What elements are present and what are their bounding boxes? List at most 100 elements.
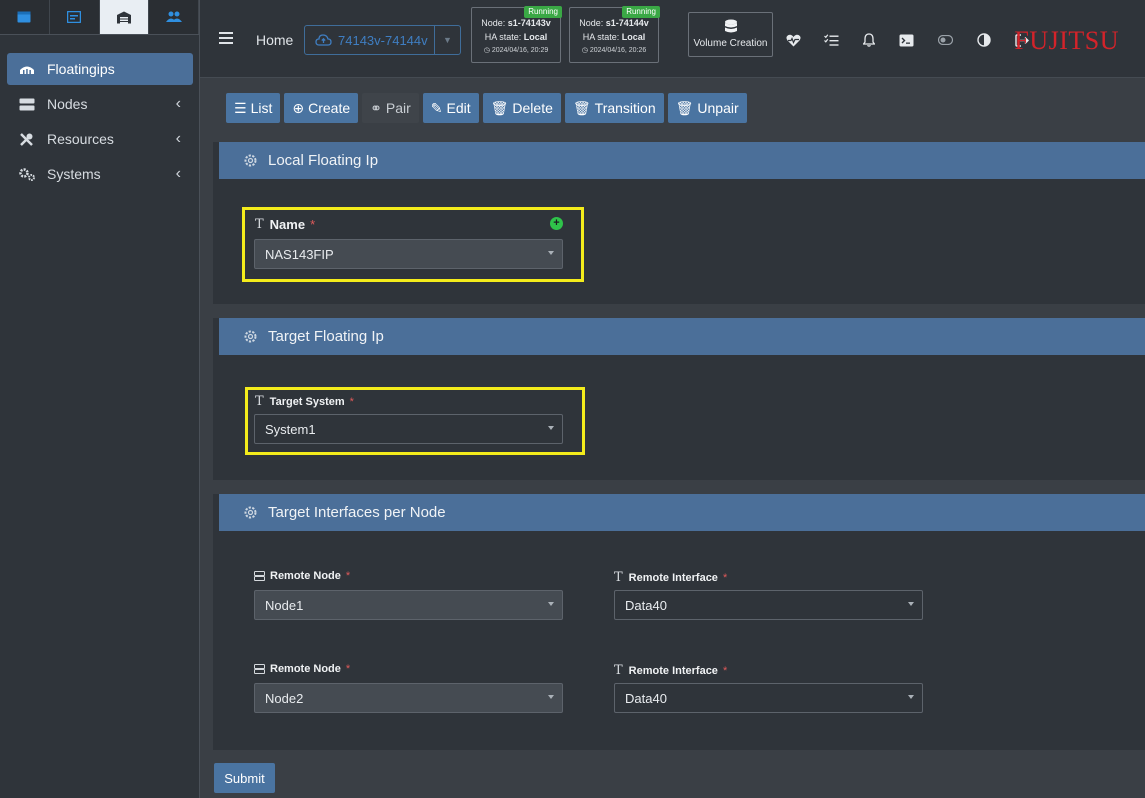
clock-icon: ◷ — [581, 47, 588, 54]
status-badge: Running — [524, 6, 562, 18]
node-status-card: Running Node: s1-74143v HA state: Local … — [471, 6, 562, 63]
name-label: T Name * — [255, 217, 316, 232]
bell-icon[interactable] — [861, 32, 877, 48]
node-name: s1-74144v — [605, 18, 649, 28]
panel-title: Local Floating Ip — [268, 152, 379, 169]
terminal-icon[interactable] — [898, 32, 914, 48]
remote-interface-select[interactable]: Data40 — [614, 590, 923, 620]
clock-icon: ◷ — [483, 47, 490, 54]
remote-interface-label: T Remote Interface * — [614, 663, 728, 678]
trash-icon: 🗑 — [675, 99, 694, 116]
target-system-label: T Target System * — [255, 394, 354, 409]
target-interfaces-panel: Target Interfaces per Node Remote Node *… — [213, 494, 1145, 750]
panel-title: Target Interfaces per Node — [268, 504, 446, 521]
cogs-icon — [19, 167, 37, 181]
warehouse-icon — [116, 11, 131, 23]
volume-creation-button[interactable]: Volume Creation — [688, 12, 773, 57]
toggle-icon[interactable] — [937, 32, 953, 48]
sidebar-item-label: Resources — [47, 131, 114, 147]
chevron-left-icon: ‹ — [175, 165, 181, 182]
heartbeat-icon[interactable] — [785, 32, 801, 48]
hamburger-menu-icon[interactable] — [219, 32, 233, 44]
node-name: s1-74143v — [507, 18, 551, 28]
pair-button[interactable]: ⚭ Pair — [362, 93, 419, 123]
cloud-upload-icon — [315, 34, 332, 46]
users-icon — [165, 11, 182, 22]
volume-creation-label: Volume Creation — [693, 38, 768, 49]
sidebar-item-systems[interactable]: Systems ‹ — [7, 158, 193, 190]
link-icon: ⚭ — [370, 99, 382, 116]
name-select[interactable]: NAS143FIP — [254, 239, 563, 269]
local-floating-ip-panel: Local Floating Ip T Name * + NAS143FIP — [213, 142, 1145, 304]
submit-button[interactable]: Submit — [214, 763, 275, 793]
sidebar-tabs — [0, 0, 199, 35]
gear-icon — [244, 154, 257, 167]
unpair-button[interactable]: 🗑 Unpair — [667, 93, 747, 123]
plus-circle-icon: ⊕ — [292, 99, 305, 116]
caret-down-icon — [548, 602, 554, 606]
cluster-select-value: 74143v-74144v — [338, 32, 428, 48]
target-system-select[interactable]: System1 — [254, 414, 563, 444]
trash-icon: 🗑 — [572, 99, 591, 116]
caret-down-icon — [548, 426, 554, 430]
caret-down-icon — [908, 695, 914, 699]
top-bar: Home 74143v-74144v ▼ Running Node: s1-74… — [200, 0, 1145, 78]
text-type-icon: T — [614, 570, 623, 585]
caret-down-icon — [548, 695, 554, 699]
panel-title: Target Floating Ip — [268, 328, 384, 345]
chevron-left-icon: ‹ — [175, 95, 181, 112]
action-toolbar: ☰ List ⊕ Create ⚭ Pair ✎ Edit 🗑 Delete 🗑 Trans… — [226, 93, 747, 123]
list-button[interactable]: ☰ List — [226, 93, 281, 123]
remote-interface-select[interactable]: Data40 — [614, 683, 923, 713]
server-icon — [254, 571, 265, 581]
network-icon — [19, 63, 37, 75]
target-floating-ip-panel: Target Floating Ip T Target System * Sys… — [213, 318, 1145, 480]
gear-icon — [244, 330, 257, 343]
sidebar: Floatingips Nodes ‹ Resources ‹ Systems … — [0, 0, 200, 798]
edit-icon: ✎ — [430, 99, 443, 116]
fujitsu-logo: FUJITSU — [1014, 26, 1119, 55]
delete-button[interactable]: 🗑 Delete — [482, 93, 561, 123]
contrast-icon[interactable] — [976, 32, 992, 48]
server-icon — [254, 664, 265, 674]
sidebar-item-label: Floatingips — [47, 61, 115, 77]
id-card-icon — [67, 11, 82, 23]
panel-header: Target Interfaces per Node — [219, 494, 1145, 531]
text-type-icon: T — [255, 217, 264, 232]
list-icon: ☰ — [234, 99, 247, 116]
edit-button[interactable]: ✎ Edit — [422, 93, 479, 123]
window-icon — [17, 11, 31, 23]
remote-node-select[interactable]: Node2 — [254, 683, 563, 713]
caret-down-icon — [908, 602, 914, 606]
sidebar-nav: Floatingips Nodes ‹ Resources ‹ Systems … — [0, 35, 199, 190]
sidebar-item-nodes[interactable]: Nodes ‹ — [7, 88, 193, 120]
caret-down-icon[interactable]: ▼ — [434, 26, 460, 54]
status-badge: Running — [622, 6, 660, 18]
tasks-icon[interactable] — [823, 32, 839, 48]
trash-icon: 🗑 — [490, 99, 509, 116]
remote-node-label: Remote Node * — [254, 570, 350, 582]
sidebar-tab-card[interactable] — [50, 0, 100, 34]
sidebar-item-label: Nodes — [47, 96, 88, 112]
add-circle-icon[interactable]: + — [550, 217, 563, 230]
server-icon — [19, 98, 37, 111]
text-type-icon: T — [614, 663, 623, 678]
home-link[interactable]: Home — [256, 32, 293, 48]
sidebar-tab-window[interactable] — [0, 0, 50, 34]
text-type-icon: T — [255, 394, 264, 409]
caret-down-icon — [548, 251, 554, 255]
create-button[interactable]: ⊕ Create — [284, 93, 359, 123]
remote-interface-label: T Remote Interface * — [614, 570, 728, 585]
sidebar-item-floatingips[interactable]: Floatingips — [7, 53, 193, 85]
sidebar-tab-users[interactable] — [149, 0, 199, 34]
remote-node-select[interactable]: Node1 — [254, 590, 563, 620]
gear-icon — [244, 506, 257, 519]
ha-state: Local — [523, 32, 548, 42]
ha-state: Local — [621, 32, 646, 42]
node-status-card: Running Node: s1-74144v HA state: Local … — [569, 6, 660, 63]
node-timestamp: 2024/04/16, 20:29 — [491, 47, 549, 54]
sidebar-tab-warehouse[interactable] — [99, 0, 150, 34]
transition-button[interactable]: 🗑 Transition — [564, 93, 664, 123]
sidebar-item-resources[interactable]: Resources ‹ — [7, 123, 193, 155]
cluster-select[interactable]: 74143v-74144v ▼ — [304, 25, 461, 55]
